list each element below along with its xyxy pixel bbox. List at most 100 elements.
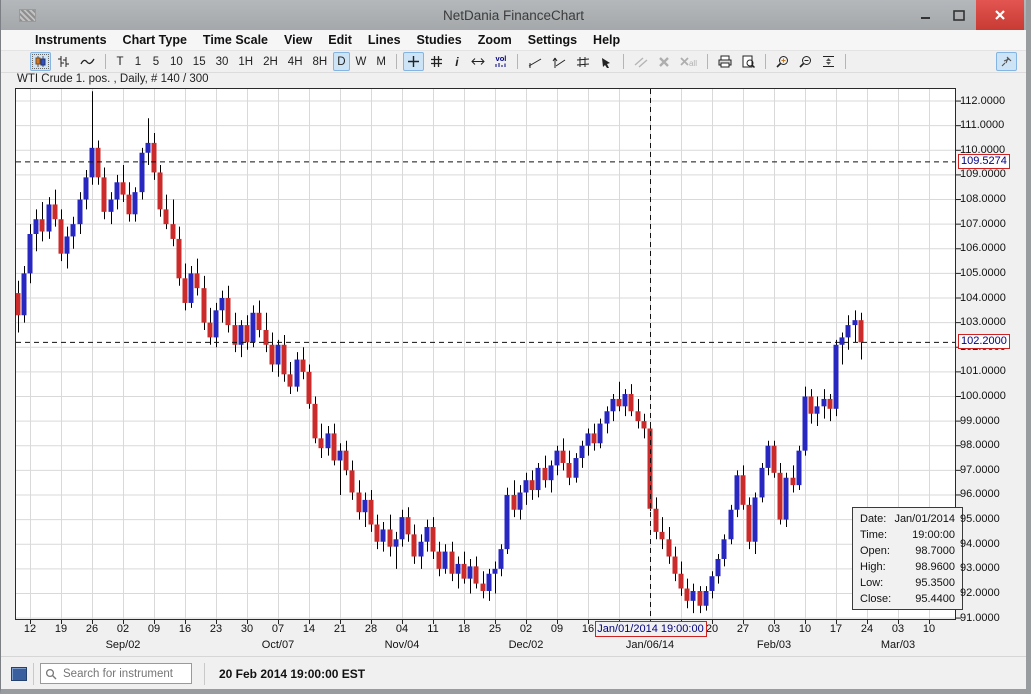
- pushpin-icon: [1000, 55, 1013, 68]
- timeframe-15-button[interactable]: 15: [189, 52, 210, 71]
- zoom-in-icon: [776, 55, 789, 68]
- grid-toggle-button[interactable]: [426, 52, 447, 71]
- status-bar: 20 Feb 2014 19:00:00 EST: [1, 656, 1026, 690]
- x-axis-month-label: Jan/06/14: [605, 639, 695, 651]
- menu-item-studies[interactable]: Studies: [409, 33, 470, 47]
- chart-type-line-button[interactable]: [76, 52, 99, 71]
- menu-bar: InstrumentsChart TypeTime ScaleViewEditL…: [1, 30, 1026, 51]
- minimize-button[interactable]: [908, 0, 942, 30]
- menu-item-chart-type[interactable]: Chart Type: [115, 33, 195, 47]
- timeframe-1-button[interactable]: 1: [130, 52, 146, 71]
- y-axis-label: 107.0000: [960, 218, 1006, 230]
- close-icon: [994, 9, 1006, 21]
- info-button[interactable]: i: [449, 52, 465, 71]
- menu-item-time-scale[interactable]: Time Scale: [195, 33, 276, 47]
- chart-type-ohlc-button[interactable]: [53, 52, 74, 71]
- y-axis-label: 96.0000: [960, 488, 1000, 500]
- horizontal-expand-icon: [471, 57, 485, 66]
- timeframe-8h-button[interactable]: 8H: [309, 52, 332, 71]
- parallel-channel-tool-button[interactable]: [572, 52, 594, 71]
- timeframe-m-button[interactable]: M: [372, 52, 390, 71]
- info-icon: i: [455, 55, 458, 69]
- app-window: NetDania FinanceChart InstrumentsChart T…: [0, 0, 1031, 694]
- timeframe-w-button[interactable]: W: [352, 52, 371, 71]
- y-axis-label: 92.0000: [960, 587, 1000, 599]
- timeframe-buttons: T151015301H2H4H8HDWM: [111, 52, 391, 71]
- timeframe-t-button[interactable]: T: [112, 52, 128, 71]
- ohlc-tooltip: Date:Jan/01/2014Time:19:00:00Open:98.700…: [852, 507, 963, 610]
- y-axis-label: 111.0000: [960, 119, 1004, 131]
- fit-vertical-button[interactable]: [818, 52, 839, 71]
- tooltip-row: High:98.9600: [860, 559, 955, 575]
- y-axis-label: 109.0000: [960, 168, 1006, 180]
- window-title: NetDania FinanceChart: [1, 8, 1026, 23]
- zoom-out-button[interactable]: [795, 52, 816, 71]
- pin-toolbar-button[interactable]: [996, 52, 1017, 71]
- arrow-tool-button[interactable]: [596, 52, 617, 71]
- price-marker-label: 109.5274: [958, 154, 1010, 169]
- timeframe-5-button[interactable]: 5: [148, 52, 164, 71]
- search-input[interactable]: [40, 663, 192, 684]
- y-axis-label: 105.0000: [960, 267, 1006, 279]
- parallel-lines-icon: [634, 56, 648, 68]
- trend-line-icon: [528, 56, 542, 68]
- chart-type-candlestick-button[interactable]: [30, 52, 51, 71]
- trend-line-tool-button[interactable]: [524, 52, 546, 71]
- grid-icon: [430, 55, 443, 68]
- crosshair-icon: [407, 55, 420, 68]
- print-icon: [718, 55, 732, 68]
- close-button[interactable]: [976, 0, 1024, 30]
- y-axis-label: 95.0000: [960, 513, 1000, 525]
- y-axis-label: 94.0000: [960, 538, 1000, 550]
- menu-item-instruments[interactable]: Instruments: [27, 33, 115, 47]
- fit-vertical-icon: [822, 55, 835, 68]
- y-axis-label: 101.0000: [960, 365, 1006, 377]
- toolbar: T151015301H2H4H8HDWM i vol: [1, 51, 1026, 72]
- maximize-button[interactable]: [942, 0, 976, 30]
- trend-line-arrow-icon: [552, 56, 566, 68]
- tooltip-row: Open:98.7000: [860, 543, 955, 559]
- delete-line-button[interactable]: [654, 52, 674, 71]
- parallel-lines-button[interactable]: [630, 52, 652, 71]
- crosshair-tool-button[interactable]: [403, 52, 424, 71]
- x-axis-month-label: Feb/03: [729, 639, 819, 651]
- timeframe-30-button[interactable]: 30: [212, 52, 233, 71]
- ohlc-bars-icon: [57, 55, 70, 68]
- x-axis-month-label: Nov/04: [357, 639, 447, 651]
- delete-icon: [658, 56, 670, 68]
- instrument-status-icon: [11, 667, 27, 681]
- y-axis-label: 103.0000: [960, 316, 1006, 328]
- menu-item-edit[interactable]: Edit: [320, 33, 360, 47]
- timeframe-10-button[interactable]: 10: [166, 52, 187, 71]
- chart-instrument-label: WTI Crude 1. pos. , Daily, # 140 / 300: [17, 73, 209, 85]
- menu-item-lines[interactable]: Lines: [360, 33, 409, 47]
- y-axis-label: 100.0000: [960, 390, 1006, 402]
- arrow-tool-icon: [600, 56, 613, 68]
- delete-all-lines-button[interactable]: all: [676, 52, 701, 71]
- horizontal-expand-button[interactable]: [467, 52, 489, 71]
- timeframe-d-button[interactable]: D: [333, 52, 349, 71]
- title-bar: NetDania FinanceChart: [1, 0, 1026, 30]
- statusbar-datetime: 20 Feb 2014 19:00:00 EST: [219, 667, 365, 681]
- volume-button[interactable]: vol: [491, 52, 511, 71]
- candlestick-plot[interactable]: [15, 88, 963, 626]
- print-preview-icon: [742, 55, 755, 68]
- menu-item-help[interactable]: Help: [585, 33, 628, 47]
- menu-item-view[interactable]: View: [276, 33, 320, 47]
- menu-item-settings[interactable]: Settings: [520, 33, 585, 47]
- y-axis-label: 93.0000: [960, 562, 1000, 574]
- menu-item-zoom[interactable]: Zoom: [470, 33, 520, 47]
- delete-all-suffix: all: [689, 59, 697, 68]
- x-axis-label: 10: [911, 623, 947, 635]
- x-axis-month-label: Dec/02: [481, 639, 571, 651]
- tooltip-row: Time:19:00:00: [860, 527, 955, 543]
- timeframe-1h-button[interactable]: 1H: [234, 52, 257, 71]
- print-preview-button[interactable]: [738, 52, 759, 71]
- candlestick-chart-icon: [34, 55, 47, 68]
- delete-all-icon: [680, 57, 689, 67]
- timeframe-4h-button[interactable]: 4H: [284, 52, 307, 71]
- trend-arrow-tool-button[interactable]: [548, 52, 570, 71]
- zoom-in-button[interactable]: [772, 52, 793, 71]
- print-button[interactable]: [714, 52, 736, 71]
- timeframe-2h-button[interactable]: 2H: [259, 52, 282, 71]
